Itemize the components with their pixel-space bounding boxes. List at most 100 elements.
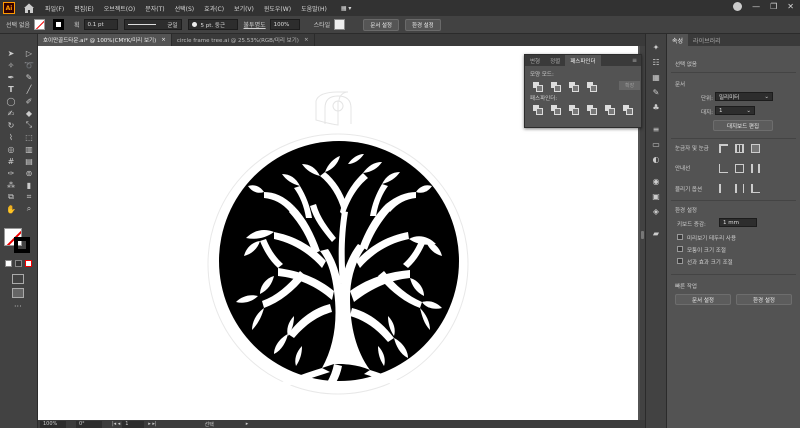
pixel-grid-icon[interactable] [751, 144, 760, 153]
opacity-label[interactable]: 불투명도 [244, 20, 266, 29]
none-mode-icon[interactable] [25, 260, 32, 267]
gradient-mode-icon[interactable] [15, 260, 22, 267]
line-tool-icon[interactable]: ╱ [22, 84, 36, 94]
minimize-icon[interactable]: — [752, 2, 760, 11]
style-swatch[interactable] [334, 19, 346, 30]
guides-icon[interactable] [719, 164, 728, 173]
color-guide-icon[interactable]: ☷ [651, 59, 661, 67]
tab-align[interactable]: 정렬 [545, 55, 565, 66]
color-panel-icon[interactable]: ✦ [651, 44, 661, 52]
lasso-icon[interactable]: ➰ [22, 60, 36, 70]
scale-icon[interactable]: ⤡ [22, 120, 36, 130]
first-artboard-icon[interactable]: |◂ ◂ [112, 421, 120, 427]
more-tools-icon[interactable]: ··· [14, 302, 22, 311]
quick-preferences-button[interactable]: 환경 설정 [736, 294, 792, 305]
graph-icon[interactable]: ▮ [22, 180, 36, 190]
document-setup-button[interactable]: 문서 설정 [363, 18, 399, 31]
preferences-button[interactable]: 환경 설정 [404, 18, 441, 31]
artboard-nav-field[interactable]: 1 [122, 420, 145, 428]
units-dropdown[interactable]: 밀리미터 ⌄ [715, 92, 773, 101]
gradient-panel-icon[interactable]: ▭ [651, 141, 661, 149]
rotate-icon[interactable]: ↻ [4, 120, 18, 130]
draw-modes-icon[interactable] [12, 274, 24, 284]
direct-selection-icon[interactable]: ▷ [22, 48, 36, 58]
expand-button[interactable]: 확장 [619, 81, 641, 90]
tab-document-2[interactable]: circle frame tree.ai @ 25.53%(RGB/미리 보기)… [172, 34, 315, 46]
scale-strokes-checkbox[interactable] [677, 258, 683, 264]
slice-icon[interactable]: ⌗ [22, 192, 36, 202]
close-icon[interactable]: ✕ [787, 2, 794, 11]
blend-icon[interactable]: ⊚ [22, 168, 36, 178]
zoom-tool-icon[interactable]: ⌕ [22, 204, 36, 214]
tab-close-icon[interactable]: × [304, 37, 309, 43]
tab-close-icon[interactable]: × [161, 37, 166, 43]
preview-bounds-checkbox[interactable] [677, 234, 683, 240]
trim-icon[interactable] [551, 105, 561, 115]
artboard-dropdown[interactable]: 1 ⌄ [715, 106, 755, 115]
appearance-icon[interactable]: ◉ [651, 178, 661, 186]
graphic-styles-icon[interactable]: ▣ [651, 193, 661, 201]
grid-icon[interactable] [735, 144, 744, 153]
unite-icon[interactable] [533, 81, 543, 92]
menu-edit[interactable]: 편집(E) [74, 4, 94, 13]
warp-icon[interactable]: ⌇ [4, 132, 18, 142]
edit-artboard-button[interactable]: 대지보드 편집 [713, 120, 773, 131]
transparency-icon[interactable]: ◐ [651, 156, 661, 164]
brush-dropdown[interactable]: 5 pt. 둥근 [187, 19, 238, 30]
rotation-field[interactable]: 0° [76, 420, 102, 428]
tab-libraries[interactable]: 라이브러리 [688, 34, 726, 46]
scale-corners-checkbox[interactable] [677, 246, 683, 252]
crop-icon[interactable] [587, 105, 597, 115]
mesh-icon[interactable]: # [4, 156, 18, 166]
menu-effect[interactable]: 효과(C) [204, 4, 224, 13]
home-icon[interactable] [23, 2, 35, 14]
fill-stroke-indicator[interactable] [4, 228, 32, 254]
stroke-box[interactable] [14, 237, 30, 253]
swatches-icon[interactable]: ▦ [651, 74, 661, 82]
menu-view[interactable]: 보기(V) [234, 4, 254, 13]
opacity-field[interactable]: 100% [269, 19, 300, 30]
tab-pathfinder[interactable]: 패스파인더 [565, 55, 601, 66]
stroke-panel-icon[interactable]: ≡ [651, 126, 661, 134]
intersect-icon[interactable] [569, 81, 579, 92]
pen-tool-icon[interactable]: ✒ [4, 72, 18, 82]
eraser-icon[interactable]: ◆ [22, 108, 36, 118]
color-icon[interactable] [5, 260, 12, 267]
user-icon[interactable] [733, 2, 743, 11]
hand-tool-icon[interactable]: ✋ [4, 204, 18, 214]
eyedropper-icon[interactable]: ✑ [4, 168, 18, 178]
stroke-weight-field[interactable]: 0.1 pt [83, 19, 118, 30]
lock-guides-icon[interactable] [735, 164, 744, 173]
stroke-swatch[interactable] [53, 19, 64, 30]
type-tool-icon[interactable]: T [4, 84, 18, 94]
gradient-icon[interactable]: ▤ [22, 156, 36, 166]
snap-grid-icon[interactable] [735, 184, 744, 193]
comments-icon[interactable]: ▰ [651, 230, 661, 238]
curvature-icon[interactable]: ✎ [22, 72, 36, 82]
keyboard-increment-field[interactable]: 1 mm [719, 218, 757, 227]
zoom-field[interactable]: 100% [40, 420, 66, 428]
free-transform-icon[interactable]: ⬚ [22, 132, 36, 142]
selection-tool-icon[interactable]: ➤ [4, 48, 18, 58]
status-arrow-icon[interactable]: ▸ [246, 421, 249, 427]
menu-object[interactable]: 오브젝트(O) [104, 4, 136, 13]
menu-window[interactable]: 윈도우(W) [264, 4, 291, 13]
paintbrush-icon[interactable]: ✐ [22, 96, 36, 106]
outline-icon[interactable] [605, 105, 615, 115]
quick-document-setup-button[interactable]: 문서 설정 [675, 294, 731, 305]
snap-pixel-icon[interactable] [751, 184, 760, 193]
scroll-thumb[interactable] [641, 231, 644, 239]
artboard-tool-icon[interactable]: ⧉ [4, 192, 18, 202]
screen-mode-icon[interactable] [12, 288, 24, 298]
ellipse-tool-icon[interactable]: ◯ [4, 96, 18, 106]
tab-document-1[interactable]: 호이만골드타운.ai* @ 100%(CMYK/미리 보기) × [38, 34, 172, 46]
symbols-icon[interactable]: ♣ [651, 104, 661, 112]
panel-menu-icon[interactable]: ≡ [628, 55, 641, 66]
tab-transform[interactable]: 변형 [525, 55, 545, 66]
divide-icon[interactable] [533, 105, 543, 115]
fill-swatch[interactable] [34, 19, 45, 30]
layers-icon[interactable]: ◈ [651, 208, 661, 216]
exclude-icon[interactable] [587, 81, 597, 92]
stroke-profile-dropdown[interactable]: 균일 [123, 19, 182, 30]
minus-front-icon[interactable] [551, 81, 561, 92]
